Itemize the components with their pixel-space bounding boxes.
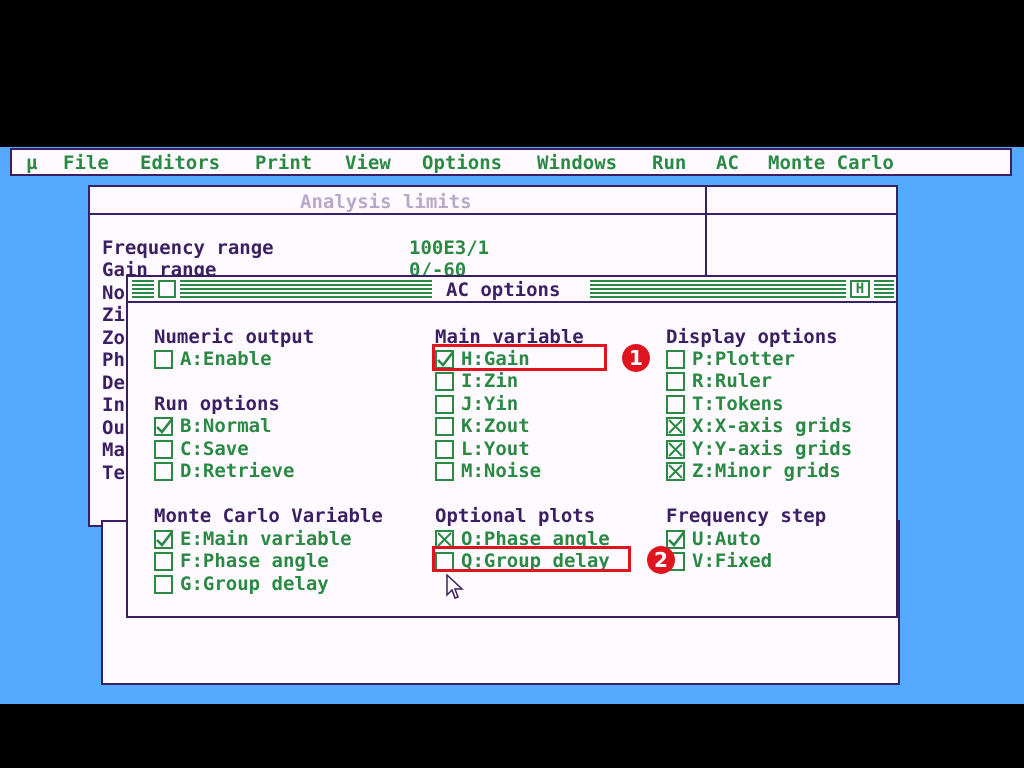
menu-ac[interactable]: AC — [716, 152, 739, 174]
checkbox-square[interactable] — [666, 395, 685, 414]
clipped-label: No — [102, 282, 125, 304]
annotation-badge-1: 1 — [622, 344, 650, 372]
checkbox-label: X:X-axis grids — [692, 415, 853, 437]
cross-icon[interactable] — [666, 440, 685, 459]
checkbox-label: V:Fixed — [692, 550, 773, 572]
title-stripes — [180, 280, 432, 298]
title-divider — [90, 213, 708, 215]
annotation-badge-2: 2 — [647, 546, 675, 574]
dialog-title: AC options — [446, 279, 561, 301]
checkbox-label: T:Tokens — [692, 393, 784, 415]
checkmark-icon[interactable] — [666, 530, 685, 549]
clipped-label: Zo — [102, 327, 125, 349]
checkbox-label: J:Yin — [461, 393, 519, 415]
checkbox-square[interactable] — [435, 462, 454, 481]
help-button[interactable]: H — [850, 280, 870, 298]
checkbox-label: R:Ruler — [692, 370, 773, 392]
checkbox-square[interactable] — [154, 552, 173, 571]
checkbox-label: I:Zin — [461, 370, 519, 392]
checkbox-label: A:Enable — [180, 348, 272, 370]
title-stripes — [132, 280, 154, 298]
checkbox-square[interactable] — [666, 372, 685, 391]
checkbox-label: F:Phase angle — [180, 550, 329, 572]
checkbox-label: K:Zout — [461, 415, 530, 437]
checkbox-square[interactable] — [435, 372, 454, 391]
optional-plots-header: Optional plots — [435, 505, 596, 527]
checkbox-square[interactable] — [154, 350, 173, 369]
run-options-header: Run options — [154, 393, 280, 415]
checkbox-label: C:Save — [180, 438, 249, 460]
analysis-limits-title: Analysis limits — [300, 191, 472, 213]
numeric-output-header: Numeric output — [154, 326, 315, 348]
clipped-label: Ma — [102, 439, 125, 461]
menu-print[interactable]: Print — [255, 152, 312, 174]
clipped-label: De — [102, 372, 125, 394]
display-options-header: Display options — [666, 326, 838, 348]
checkbox-square[interactable] — [154, 440, 173, 459]
menu-bar: µ File Editors Print View Options Window… — [10, 148, 1012, 176]
checkbox-square[interactable] — [435, 395, 454, 414]
checkbox-label: B:Normal — [180, 415, 272, 437]
checkbox-label: Y:Y-axis grids — [692, 438, 853, 460]
checkbox-label: D:Retrieve — [180, 460, 295, 482]
cross-icon[interactable] — [666, 417, 685, 436]
menu-windows[interactable]: Windows — [537, 152, 617, 174]
frequency-step-header: Frequency step — [666, 505, 827, 527]
menu-file[interactable]: File — [63, 152, 109, 174]
clipped-label: Ph — [102, 349, 125, 371]
clipped-label: In — [102, 394, 125, 416]
checkmark-icon[interactable] — [154, 417, 173, 436]
frequency-range-value[interactable]: 100E3/1 — [409, 237, 489, 259]
cross-icon[interactable] — [666, 462, 685, 481]
checkbox-label: P:Plotter — [692, 348, 795, 370]
checkbox-label: E:Main variable — [180, 528, 352, 550]
checkbox-square[interactable] — [154, 462, 173, 481]
clipped-label: Zi — [102, 304, 125, 326]
checkbox-square[interactable] — [666, 350, 685, 369]
clipped-label: Te — [102, 462, 125, 484]
dialog-title-bar: AC options H — [128, 277, 896, 303]
side-window — [705, 185, 898, 285]
highlight-box-group-delay — [432, 546, 631, 572]
menu-view[interactable]: View — [345, 152, 391, 174]
mouse-cursor-icon — [446, 574, 464, 599]
title-stripes — [874, 280, 894, 298]
clipped-label: Ou — [102, 417, 125, 439]
menu-mu[interactable]: µ — [26, 152, 37, 174]
title-divider — [707, 213, 896, 215]
checkbox-square[interactable] — [435, 417, 454, 436]
checkbox-label: U:Auto — [692, 528, 761, 550]
menu-editors[interactable]: Editors — [140, 152, 220, 174]
checkbox-label: L:Yout — [461, 438, 530, 460]
checkbox-label: Z:Minor grids — [692, 460, 841, 482]
title-stripes — [590, 280, 846, 298]
checkbox-square[interactable] — [435, 440, 454, 459]
menu-run[interactable]: Run — [652, 152, 686, 174]
checkbox-label: M:Noise — [461, 460, 542, 482]
monte-carlo-variable-header: Monte Carlo Variable — [154, 505, 383, 527]
highlight-box-gain — [432, 344, 607, 371]
checkbox-square[interactable] — [154, 575, 173, 594]
menu-options[interactable]: Options — [422, 152, 502, 174]
close-box[interactable] — [158, 280, 176, 298]
frequency-range-label: Frequency range — [102, 237, 274, 259]
checkbox-label: G:Group delay — [180, 573, 329, 595]
checkmark-icon[interactable] — [154, 530, 173, 549]
menu-monte-carlo[interactable]: Monte Carlo — [768, 152, 894, 174]
